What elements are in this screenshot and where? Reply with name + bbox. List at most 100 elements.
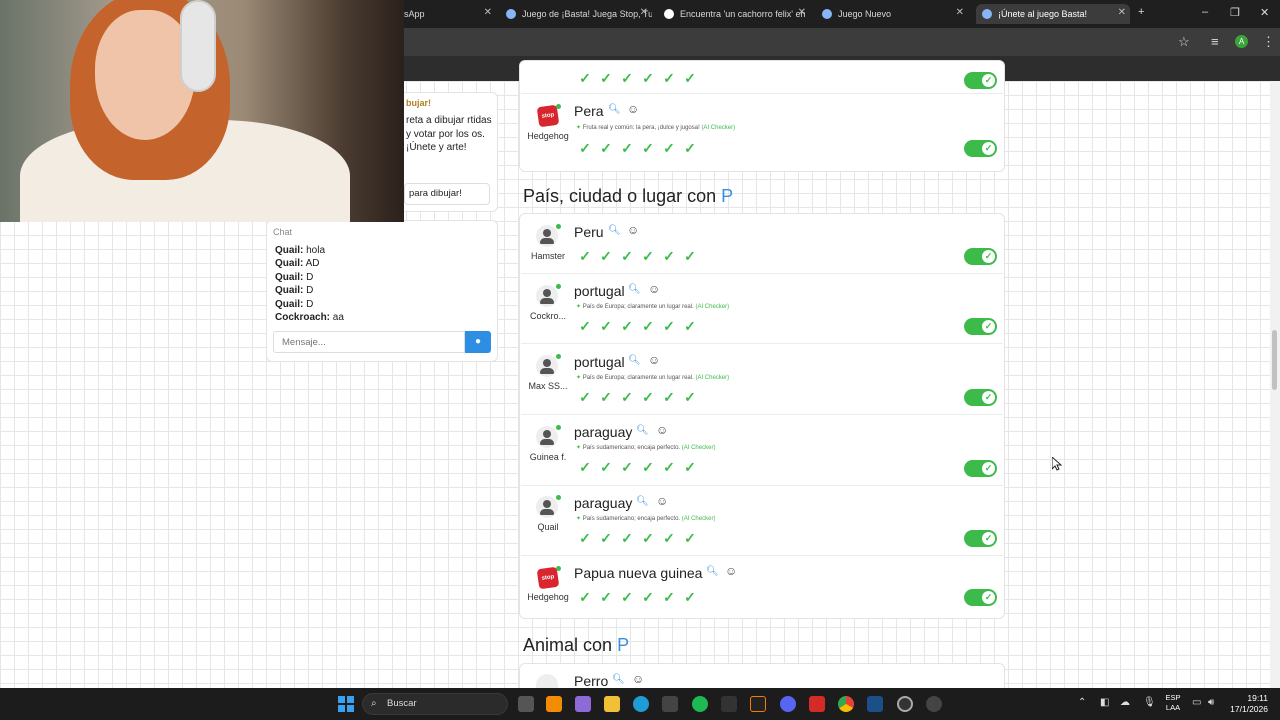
profile-avatar[interactable]: A: [1235, 35, 1248, 48]
show-hidden-icons-icon[interactable]: ⌃: [1078, 697, 1086, 708]
check-icon[interactable]: ✓: [641, 459, 655, 476]
valid-toggle[interactable]: ✓: [964, 530, 997, 547]
search-icon[interactable]: 🔍︎: [628, 284, 641, 295]
check-icon[interactable]: ✓: [620, 140, 634, 157]
network-icon[interactable]: ▭: [1192, 697, 1201, 708]
valid-toggle[interactable]: ✓: [964, 460, 997, 477]
check-icon[interactable]: ✓: [641, 530, 655, 547]
windows-start-icon[interactable]: [338, 696, 354, 712]
valid-toggle[interactable]: ✓: [964, 589, 997, 606]
store-icon[interactable]: [662, 696, 678, 712]
check-icon[interactable]: ✓: [599, 70, 613, 87]
check-icon[interactable]: ✓: [662, 389, 676, 406]
discord-icon[interactable]: [780, 696, 796, 712]
check-icon[interactable]: ✓: [641, 248, 655, 265]
close-icon[interactable]: ✕: [798, 7, 806, 18]
check-icon[interactable]: ✓: [683, 70, 697, 87]
check-icon[interactable]: ✓: [641, 318, 655, 335]
chat-message-input[interactable]: [273, 331, 465, 353]
microphone-icon[interactable]: 🎙︎: [1143, 697, 1156, 708]
minimize-icon[interactable]: –: [1202, 6, 1208, 18]
scrollbar-thumb[interactable]: [1272, 330, 1277, 390]
check-icon[interactable]: ✓: [620, 318, 634, 335]
close-icon[interactable]: ✕: [1118, 7, 1126, 18]
check-icon[interactable]: ✓: [683, 589, 697, 606]
check-icon[interactable]: ✓: [620, 248, 634, 265]
close-icon[interactable]: ✕: [484, 7, 492, 18]
check-icon[interactable]: ✓: [578, 248, 592, 265]
edge-icon[interactable]: [633, 696, 649, 712]
check-icon[interactable]: ✓: [578, 530, 592, 547]
valid-toggle[interactable]: ✓: [964, 389, 997, 406]
check-icon[interactable]: ✓: [683, 459, 697, 476]
check-icon[interactable]: ✓: [578, 589, 592, 606]
check-icon[interactable]: ✓: [599, 140, 613, 157]
valid-toggle[interactable]: ✓: [964, 140, 997, 157]
check-icon[interactable]: ✓: [683, 318, 697, 335]
tray-app-icon[interactable]: ◧: [1100, 697, 1109, 708]
onedrive-icon[interactable]: ☁: [1120, 697, 1130, 708]
menu-kebab-icon[interactable]: ⋮: [1262, 34, 1275, 50]
restore-icon[interactable]: ❐: [1230, 6, 1240, 19]
close-icon[interactable]: ✕: [956, 7, 964, 18]
check-icon[interactable]: ✓: [599, 459, 613, 476]
close-window-icon[interactable]: ✕: [1260, 6, 1269, 19]
emoji-react-icon[interactable]: ☺: [725, 564, 737, 578]
check-icon[interactable]: ✓: [683, 140, 697, 157]
tab-whatsapp[interactable]: sApp ✕: [404, 4, 496, 24]
check-icon[interactable]: ✓: [683, 530, 697, 547]
file-explorer-icon[interactable]: [604, 696, 620, 712]
search-icon[interactable]: 🔍︎: [608, 225, 621, 236]
check-icon[interactable]: ✓: [641, 140, 655, 157]
search-icon[interactable]: 🔍︎: [636, 425, 649, 436]
check-icon[interactable]: ✓: [662, 248, 676, 265]
bookmark-star-icon[interactable]: ☆: [1178, 34, 1190, 50]
search-icon[interactable]: 🔍︎: [636, 496, 649, 507]
app-icon[interactable]: [926, 696, 942, 712]
valid-toggle[interactable]: ✓: [964, 318, 997, 335]
check-icon[interactable]: ✓: [599, 530, 613, 547]
taskbar-clock[interactable]: 19:11 17/1/2026: [1222, 693, 1268, 715]
search-icon[interactable]: 🔍︎: [608, 104, 621, 115]
check-icon[interactable]: ✓: [662, 140, 676, 157]
check-icon[interactable]: ✓: [578, 318, 592, 335]
check-icon[interactable]: ✓: [620, 70, 634, 87]
emoji-react-icon[interactable]: ☺: [656, 494, 668, 508]
taskbar-search[interactable]: ⌕ Buscar: [362, 693, 508, 715]
emoji-react-icon[interactable]: ☺: [648, 282, 660, 296]
check-icon[interactable]: ✓: [620, 459, 634, 476]
steam-icon[interactable]: [867, 696, 883, 712]
close-icon[interactable]: ✕: [640, 7, 648, 18]
editor-icon[interactable]: [750, 696, 766, 712]
task-view-icon[interactable]: [518, 696, 534, 712]
tab-tiktok[interactable]: Encuentra 'un cachorro felix' en ✕: [664, 4, 810, 24]
valid-toggle[interactable]: ✓: [964, 248, 997, 265]
check-icon[interactable]: ✓: [620, 530, 634, 547]
capcut-icon[interactable]: [721, 696, 737, 712]
chrome-icon[interactable]: [838, 696, 854, 712]
obs-icon[interactable]: [897, 696, 913, 712]
recorder-icon[interactable]: [809, 696, 825, 712]
check-icon[interactable]: ✓: [683, 248, 697, 265]
check-icon[interactable]: ✓: [578, 140, 592, 157]
check-icon[interactable]: ✓: [641, 389, 655, 406]
check-icon[interactable]: ✓: [599, 248, 613, 265]
media-controls-icon[interactable]: ≡: [1211, 34, 1219, 49]
tab-basta-game[interactable]: Juego de ¡Basta! Juega Stop, Tu ✕: [506, 4, 652, 24]
emoji-react-icon[interactable]: ☺: [648, 353, 660, 367]
emoji-react-icon[interactable]: ☺: [656, 423, 668, 437]
vlc-icon[interactable]: [546, 696, 562, 712]
new-tab-button[interactable]: +: [1138, 6, 1144, 18]
tab-unete-basta[interactable]: ¡Únete al juego Basta! ✕: [976, 4, 1130, 24]
check-icon[interactable]: ✓: [578, 70, 592, 87]
tab-juego-nuevo[interactable]: Juego Nuevo ✕: [822, 4, 968, 24]
spotify-icon[interactable]: [692, 696, 708, 712]
copilot-icon[interactable]: [575, 696, 591, 712]
check-icon[interactable]: ✓: [578, 389, 592, 406]
draw-button[interactable]: para dibujar!: [404, 183, 490, 205]
search-icon[interactable]: 🔍︎: [706, 566, 719, 577]
check-icon[interactable]: ✓: [599, 318, 613, 335]
valid-toggle[interactable]: ✓: [964, 72, 997, 89]
check-icon[interactable]: ✓: [620, 389, 634, 406]
emoji-react-icon[interactable]: ☺: [627, 223, 639, 237]
